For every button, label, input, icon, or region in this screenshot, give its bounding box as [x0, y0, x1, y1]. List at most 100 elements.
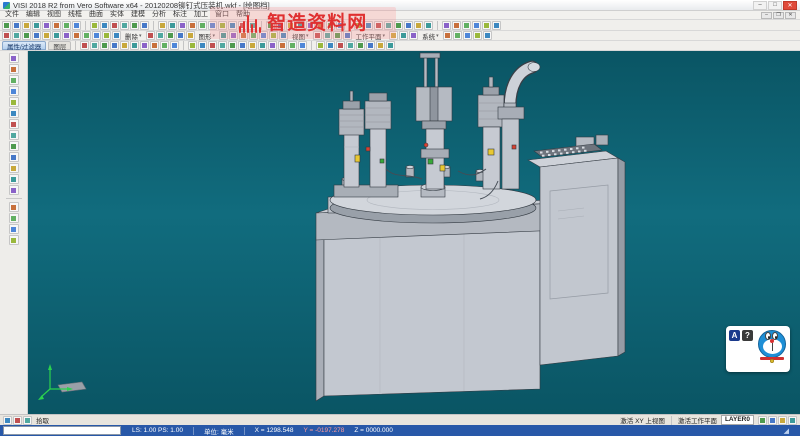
toolbar-icon[interactable] — [482, 21, 491, 30]
mdi-close-button[interactable]: ✕ — [785, 12, 796, 19]
toolbar-icon[interactable] — [110, 41, 119, 50]
toolbar-icon[interactable] — [158, 21, 167, 30]
toolbar-icon[interactable] — [140, 21, 149, 30]
side-tool-icon[interactable] — [9, 163, 19, 173]
toolbar-icon[interactable] — [288, 41, 297, 50]
toolbar-icon[interactable] — [463, 31, 472, 40]
toolbar-icon[interactable] — [424, 21, 433, 30]
side-tool-icon[interactable] — [9, 64, 19, 74]
side-tool-icon[interactable] — [9, 130, 19, 140]
toolbar-icon[interactable] — [72, 21, 81, 30]
toolbar-icon[interactable] — [278, 41, 287, 50]
toolbar-icon[interactable] — [399, 31, 408, 40]
toolbar-icon[interactable] — [62, 21, 71, 30]
close-button[interactable]: ✕ — [783, 1, 797, 10]
toolbar-icon[interactable] — [218, 41, 227, 50]
toolbar-icon[interactable] — [62, 31, 71, 40]
toolbar-icon[interactable] — [404, 21, 413, 30]
side-tool-icon[interactable] — [9, 86, 19, 96]
toolbar-icon[interactable] — [140, 41, 149, 50]
toolbar-icon[interactable] — [130, 41, 139, 50]
menu-item-3[interactable]: 线框 — [65, 11, 85, 19]
toolbar-icon[interactable] — [452, 21, 461, 30]
toolbar-icon[interactable] — [90, 41, 99, 50]
toolbar-icon[interactable] — [2, 21, 11, 30]
toolbar-icon[interactable] — [156, 31, 165, 40]
toolbar-icon[interactable] — [146, 31, 155, 40]
side-tool-icon[interactable] — [9, 53, 19, 63]
toolbar-icon[interactable] — [228, 41, 237, 50]
snap-icon[interactable] — [13, 416, 22, 425]
toolbar-icon[interactable] — [472, 21, 481, 30]
toolbar-icon[interactable] — [32, 21, 41, 30]
toolbar-icon[interactable] — [326, 41, 335, 50]
toolbar-icon[interactable] — [336, 41, 345, 50]
side-tool-icon[interactable] — [9, 174, 19, 184]
toolbar-icon[interactable] — [82, 31, 91, 40]
side-tool-icon[interactable] — [9, 97, 19, 107]
cad-3d-viewport[interactable] — [28, 51, 800, 414]
toolbar-icon[interactable] — [42, 21, 51, 30]
menu-item-9[interactable]: 加工 — [191, 11, 211, 19]
toolbar-icon[interactable] — [356, 41, 365, 50]
menu-item-2[interactable]: 视图 — [44, 11, 64, 19]
toolbar-icon[interactable] — [2, 31, 11, 40]
toolbar-icon[interactable] — [72, 31, 81, 40]
toolbar-icon[interactable] — [80, 41, 89, 50]
side-tool-icon[interactable] — [9, 202, 19, 212]
toolbar-icon[interactable] — [150, 41, 159, 50]
toolbar-icon[interactable] — [248, 41, 257, 50]
mdi-restore-button[interactable]: ❐ — [773, 12, 784, 19]
snap-icon[interactable] — [23, 416, 32, 425]
group-system-dropdown[interactable]: 系统 — [420, 31, 441, 41]
resize-grip[interactable] — [784, 427, 792, 435]
toolbar-icon[interactable] — [453, 31, 462, 40]
toolbar-icon[interactable] — [52, 21, 61, 30]
side-tool-icon[interactable] — [9, 141, 19, 151]
toolbar-icon[interactable] — [186, 31, 195, 40]
menu-item-8[interactable]: 标注 — [170, 11, 190, 19]
toolbar-icon[interactable] — [100, 21, 109, 30]
toolbar-icon[interactable] — [12, 31, 21, 40]
mdi-minimize-button[interactable]: – — [761, 12, 772, 19]
toolbar-icon[interactable] — [102, 31, 111, 40]
toolbar-icon[interactable] — [316, 41, 325, 50]
toolbar-icon[interactable] — [208, 41, 217, 50]
side-tool-icon[interactable] — [9, 213, 19, 223]
toolbar-icon[interactable] — [100, 41, 109, 50]
toolbar-icon[interactable] — [90, 21, 99, 30]
toolbar-icon[interactable] — [112, 31, 121, 40]
status-icon[interactable] — [758, 416, 767, 425]
active-workplane-status[interactable]: 激活工作平面 — [678, 415, 717, 425]
side-tool-icon[interactable] — [9, 235, 19, 245]
toolbar-icon[interactable] — [414, 21, 423, 30]
toolbar-icon[interactable] — [238, 41, 247, 50]
toolbar-icon[interactable] — [298, 41, 307, 50]
toolbar-icon[interactable] — [12, 21, 21, 30]
menu-item-6[interactable]: 建模 — [128, 11, 148, 19]
layer-selector[interactable]: LAYER0 — [721, 415, 754, 425]
toolbar-icon[interactable] — [346, 41, 355, 50]
toolbar-icon[interactable] — [166, 31, 175, 40]
toolbar-icon[interactable] — [178, 21, 187, 30]
toolbar-icon[interactable] — [22, 21, 31, 30]
side-tool-icon[interactable] — [9, 108, 19, 118]
toolbar-icon[interactable] — [258, 41, 267, 50]
toolbar-icon[interactable] — [462, 21, 471, 30]
side-tool-icon[interactable] — [9, 185, 19, 195]
toolbar-icon[interactable] — [52, 31, 61, 40]
toolbar-icon[interactable] — [110, 21, 119, 30]
menu-item-4[interactable]: 曲面 — [86, 11, 106, 19]
active-view-status[interactable]: 激活 XY 上视图 — [620, 415, 665, 425]
status-icon[interactable] — [768, 416, 777, 425]
toolbar-icon[interactable] — [168, 21, 177, 30]
toolbar-icon[interactable] — [386, 41, 395, 50]
tab-layers[interactable]: 图层 — [48, 41, 71, 50]
side-tool-icon[interactable] — [9, 152, 19, 162]
toolbar-icon[interactable] — [409, 31, 418, 40]
toolbar-icon[interactable] — [42, 31, 51, 40]
tab-properties-filter[interactable]: 属性/过滤器 — [2, 41, 46, 50]
menu-item-1[interactable]: 编辑 — [23, 11, 43, 19]
menu-item-0[interactable]: 文件 — [2, 11, 22, 19]
side-tool-icon[interactable] — [9, 224, 19, 234]
